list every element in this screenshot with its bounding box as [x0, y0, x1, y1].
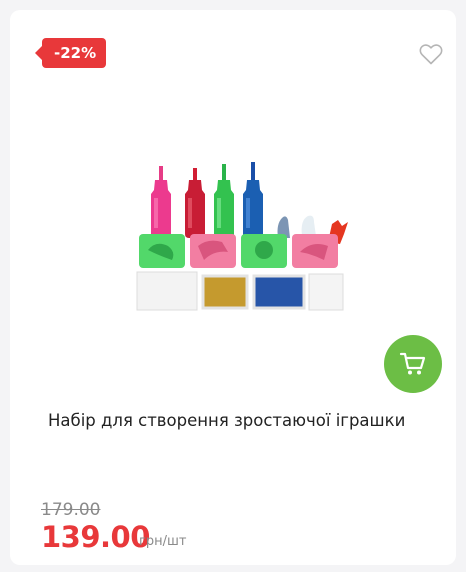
old-price: 179.00 — [41, 500, 101, 520]
bottle-blue — [243, 162, 263, 238]
add-to-cart-button[interactable] — [384, 335, 442, 393]
heart-outline-icon — [419, 44, 443, 65]
product-image[interactable] — [128, 156, 360, 316]
wishlist-button[interactable] — [418, 42, 444, 66]
shopping-cart-icon — [399, 352, 426, 375]
product-photo — [136, 162, 348, 311]
product-title[interactable]: Набір для створення зростаючої іграшки — [48, 410, 448, 432]
product-card: -22% Набір для створення зростаючої ігра… — [10, 10, 456, 565]
discount-badge: -22% — [34, 38, 107, 68]
bottle-green — [214, 164, 234, 238]
bottle-red — [185, 168, 205, 238]
price-unit: грн/шт — [139, 534, 187, 549]
current-price: 139.00 — [41, 520, 150, 554]
bottle-pink — [151, 166, 171, 238]
